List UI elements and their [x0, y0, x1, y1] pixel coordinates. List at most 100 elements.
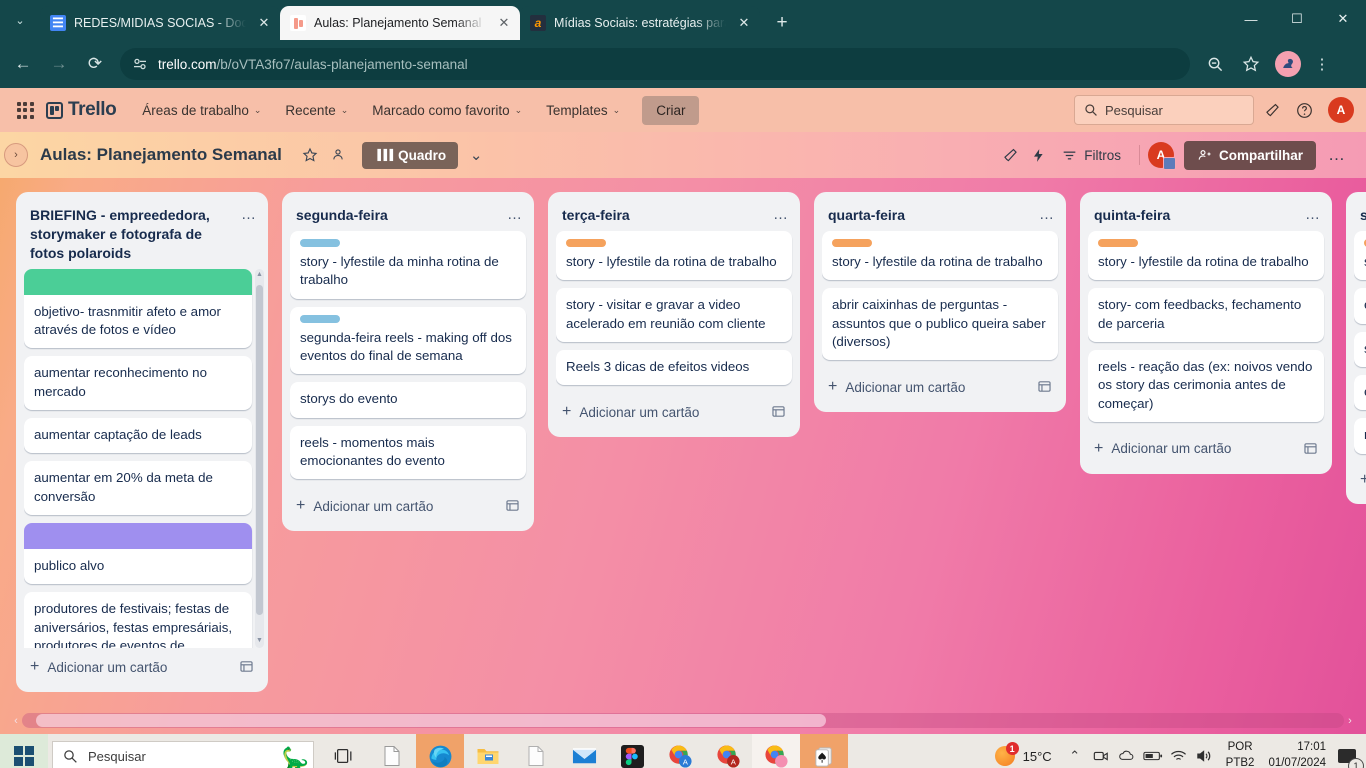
label-orange[interactable]	[832, 238, 872, 247]
list-menu-icon[interactable]: …	[504, 206, 526, 223]
view-chevron-down-icon[interactable]: ⌄	[462, 141, 490, 169]
card[interactable]: story do evento	[1354, 331, 1366, 367]
file-explorer-icon[interactable]	[464, 734, 512, 768]
close-icon[interactable]: ✕	[734, 13, 754, 33]
list-segunda-feira[interactable]: segunda-feira … story - lyfestile da min…	[282, 192, 534, 532]
maximize-button[interactable]: ☐	[1274, 0, 1320, 38]
filters-button[interactable]: Filtros	[1052, 142, 1131, 169]
user-avatar[interactable]: A	[1328, 97, 1354, 123]
card-template-icon[interactable]	[1036, 378, 1054, 396]
notification-center-button[interactable]: 1	[1332, 734, 1364, 768]
figma-icon[interactable]	[608, 734, 656, 768]
add-card-button[interactable]: + Adicionar um cartão	[24, 650, 264, 684]
card[interactable]: story - visitar e gravar a video acelera…	[556, 288, 792, 342]
kebab-menu-icon[interactable]: ⋮	[1308, 55, 1336, 73]
list-menu-icon[interactable]: …	[1036, 206, 1058, 223]
browser-tab-0[interactable]: ☰ REDES/MIDIAS SOCIAS - Docum ✕	[40, 6, 280, 40]
chrome-window-2-icon[interactable]: A	[704, 734, 752, 768]
zoom-out-icon[interactable]	[1198, 47, 1232, 81]
card[interactable]: enquetes	[1354, 374, 1366, 411]
card[interactable]: produtores de festivais; festas de anive…	[24, 592, 252, 648]
mail-icon[interactable]	[560, 734, 608, 768]
card[interactable]: objetivo- trasnmitir afeto e amor atravé…	[24, 268, 252, 349]
add-card-button[interactable]: + Adicionar um cartão	[822, 370, 1062, 404]
list-title[interactable]: segunda-feira	[296, 206, 498, 225]
scrollbar-thumb[interactable]	[36, 714, 826, 727]
lightning-bolt-icon[interactable]	[1024, 141, 1052, 169]
list-title[interactable]: terça-feira	[562, 206, 764, 225]
close-icon[interactable]: ✕	[254, 13, 274, 33]
label-orange[interactable]	[566, 238, 606, 247]
sidebar-expand-button[interactable]: ›	[4, 143, 28, 167]
card[interactable]: story - lyfestile da rotina de trabalho	[822, 230, 1058, 281]
search-input[interactable]: Pesquisar	[1074, 95, 1254, 125]
camera-icon[interactable]	[1088, 734, 1114, 768]
chrome-window-3-icon[interactable]	[752, 734, 800, 768]
label-orange[interactable]	[1098, 238, 1138, 247]
card[interactable]: story - lyfestile da rotina de trabalho	[1088, 230, 1324, 281]
wifi-icon[interactable]	[1166, 734, 1192, 768]
list-menu-icon[interactable]: …	[238, 206, 260, 223]
card[interactable]: aumentar captação de leads	[24, 418, 252, 454]
list-title[interactable]: BRIEFING - empreededora, storymaker e fo…	[30, 206, 232, 263]
close-icon[interactable]: ✕	[494, 13, 514, 33]
board-view-button[interactable]: ▐▐▐ Quadro	[361, 141, 459, 169]
task-view-icon[interactable]	[320, 734, 368, 768]
notepad-icon[interactable]	[368, 734, 416, 768]
card-template-icon[interactable]	[770, 403, 788, 421]
browser-tab-2[interactable]: a Mídias Sociais: estratégias para ✕	[520, 6, 760, 40]
board-title[interactable]: Aulas: Planejamento Semanal	[40, 145, 282, 165]
list-title[interactable]: quarta-feira	[828, 206, 1030, 225]
site-settings-icon[interactable]	[132, 56, 148, 72]
board-menu-button[interactable]: …	[1316, 145, 1352, 165]
card[interactable]: eventos: transmissão ao vivo	[1354, 288, 1366, 324]
card[interactable]: reels - momentos mais emocionantes do ev…	[290, 425, 526, 480]
list-terca-feira[interactable]: terça-feira … story - lyfestile da rotin…	[548, 192, 800, 438]
card[interactable]: story - lyfestile da rotina de trabalho	[556, 230, 792, 281]
card[interactable]: segunda-feira reels - making off dos eve…	[290, 306, 526, 375]
tray-expand-chevron-icon[interactable]: ⌃	[1062, 734, 1088, 768]
rocket-icon[interactable]	[996, 141, 1024, 169]
onedrive-icon[interactable]	[1114, 734, 1140, 768]
nav-recent[interactable]: Recente ⌄	[275, 97, 358, 124]
list-quinta-feira[interactable]: quinta-feira … story - lyfestile da roti…	[1080, 192, 1332, 474]
list-menu-icon[interactable]: …	[770, 206, 792, 223]
star-icon[interactable]	[1234, 47, 1268, 81]
label-blue[interactable]	[300, 314, 340, 323]
reload-button[interactable]: ⟳	[78, 47, 112, 81]
label-blue[interactable]	[300, 238, 340, 247]
star-outline-icon[interactable]	[296, 141, 324, 169]
volume-icon[interactable]	[1192, 734, 1218, 768]
card[interactable]: story - lyfestile da rotina de trabalho	[1354, 230, 1366, 281]
board-horizontal-scrollbar[interactable]: ‹ ›	[10, 713, 1356, 728]
taskbar-search-box[interactable]: Pesquisar 🦕	[52, 741, 314, 768]
list-sexta-feira[interactable]: sexta-feira … story - lyfestile da rotin…	[1346, 192, 1366, 504]
document-icon[interactable]	[512, 734, 560, 768]
close-window-button[interactable]: ✕	[1320, 0, 1366, 38]
scroll-up-arrow-icon[interactable]: ▲	[256, 269, 263, 280]
board-member-avatar[interactable]: A	[1147, 142, 1176, 170]
start-button[interactable]	[0, 734, 48, 768]
card[interactable]: reel receitas	[1354, 418, 1366, 454]
nav-favorites[interactable]: Marcado como favorito ⌄	[362, 97, 532, 124]
scrollbar-thumb[interactable]	[256, 284, 263, 615]
new-tab-button[interactable]: +	[768, 9, 796, 37]
list-title[interactable]: sexta-feira	[1360, 206, 1366, 225]
card[interactable]: aumentar em 20% da meta de conversão	[24, 461, 252, 516]
trello-logo[interactable]: Trello	[46, 99, 117, 121]
card[interactable]: story- com feedbacks, fechamento de parc…	[1088, 288, 1324, 342]
list-briefing[interactable]: BRIEFING - empreededora, storymaker e fo…	[16, 192, 268, 692]
scrollbar-track[interactable]	[22, 713, 1344, 728]
solitaire-icon[interactable]	[800, 734, 848, 768]
edge-browser-icon[interactable]	[416, 734, 464, 768]
workspace-visible-icon[interactable]	[324, 141, 352, 169]
add-card-button[interactable]: + Adicionar um cartão	[1088, 432, 1328, 466]
add-card-button[interactable]: + Adicionar um cartão	[290, 489, 530, 523]
card-template-icon[interactable]	[504, 497, 522, 515]
nav-templates[interactable]: Templates ⌄	[536, 97, 630, 124]
list-scrollbar[interactable]: ▲ ▼	[255, 268, 264, 648]
list-title[interactable]: quinta-feira	[1094, 206, 1296, 225]
card[interactable]: story - lyfestile da minha rotina de tra…	[290, 230, 526, 299]
bell-icon[interactable]	[1258, 96, 1286, 124]
card[interactable]: publico alvo	[24, 523, 252, 585]
